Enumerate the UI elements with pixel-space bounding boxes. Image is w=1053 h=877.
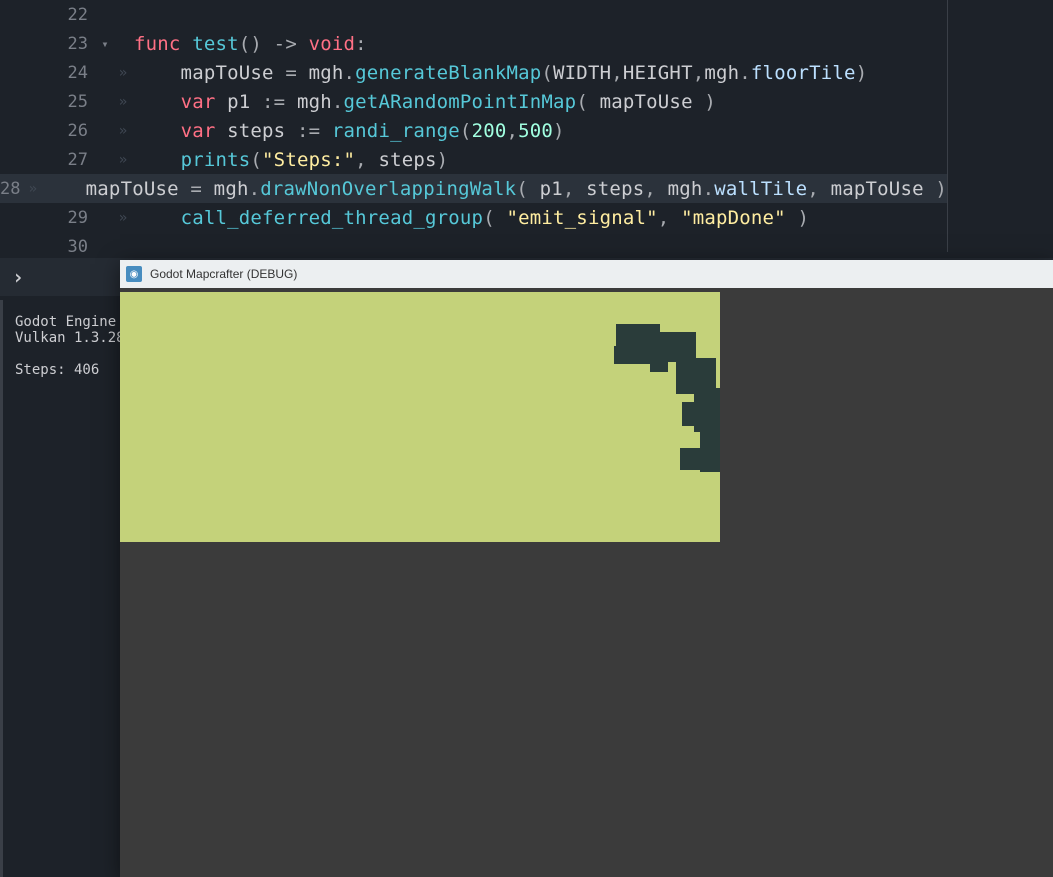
code-line[interactable]: 24 mapToUse = mgh.generateBlankMap(WIDTH… bbox=[0, 58, 947, 87]
indent-guide-icon bbox=[114, 210, 132, 226]
code-editor[interactable]: 22 23▾ func test() -> void: 24 mapToUse = m… bbox=[0, 0, 948, 252]
wall-tile bbox=[616, 324, 660, 348]
code-content[interactable]: func test() -> void: bbox=[132, 33, 367, 55]
code-line[interactable]: 27 prints("Steps:", steps) bbox=[0, 145, 947, 174]
godot-icon: ◉ bbox=[126, 266, 142, 282]
code-line[interactable]: 28 mapToUse = mgh.drawNonOverlappingWalk… bbox=[0, 174, 947, 203]
code-content[interactable]: prints("Steps:", steps) bbox=[132, 149, 448, 171]
wall-tile bbox=[682, 402, 712, 426]
window-titlebar[interactable]: ◉ Godot Mapcrafter (DEBUG) bbox=[120, 260, 1053, 288]
indent-guide-icon bbox=[29, 181, 37, 197]
code-line[interactable]: 29 call_deferred_thread_group( "emit_sig… bbox=[0, 203, 947, 232]
code-line[interactable]: 26 var steps := randi_range(200,500) bbox=[0, 116, 947, 145]
line-number: 30 bbox=[0, 237, 96, 253]
indent-guide-icon bbox=[114, 94, 132, 110]
code-line[interactable]: 25 var p1 := mgh.getARandomPointInMap( m… bbox=[0, 87, 947, 116]
indent-guide-icon bbox=[114, 123, 132, 139]
code-line[interactable]: 22 bbox=[0, 0, 947, 29]
indent-guide-icon bbox=[114, 65, 132, 81]
line-number: 22 bbox=[0, 5, 96, 25]
wall-tile bbox=[680, 448, 712, 470]
line-number: 26 bbox=[0, 121, 96, 141]
window-title: Godot Mapcrafter (DEBUG) bbox=[150, 267, 297, 281]
line-number: 24 bbox=[0, 63, 96, 83]
line-number: 28 bbox=[0, 179, 28, 199]
editor-gutter-right bbox=[948, 0, 1053, 252]
code-line[interactable]: 23▾ func test() -> void: bbox=[0, 29, 947, 58]
fold-icon[interactable]: ▾ bbox=[96, 37, 114, 51]
code-line[interactable]: 30 bbox=[0, 232, 947, 252]
line-number: 25 bbox=[0, 92, 96, 112]
line-number: 27 bbox=[0, 150, 96, 170]
wall-tile bbox=[650, 356, 668, 372]
line-number: 23 bbox=[0, 34, 96, 54]
code-content[interactable]: call_deferred_thread_group( "emit_signal… bbox=[132, 207, 809, 229]
game-viewport[interactable] bbox=[120, 292, 720, 542]
game-debug-window[interactable]: ◉ Godot Mapcrafter (DEBUG) bbox=[120, 260, 1053, 877]
code-content[interactable]: mapToUse = mgh.drawNonOverlappingWalk( p… bbox=[37, 178, 947, 200]
line-number: 29 bbox=[0, 208, 96, 228]
code-content[interactable]: var p1 := mgh.getARandomPointInMap( mapT… bbox=[132, 91, 716, 113]
code-content[interactable]: mapToUse = mgh.generateBlankMap(WIDTH,HE… bbox=[132, 62, 867, 84]
chevron-right-icon bbox=[12, 265, 24, 289]
code-content[interactable]: var steps := randi_range(200,500) bbox=[132, 120, 565, 142]
indent-guide-icon bbox=[114, 152, 132, 168]
